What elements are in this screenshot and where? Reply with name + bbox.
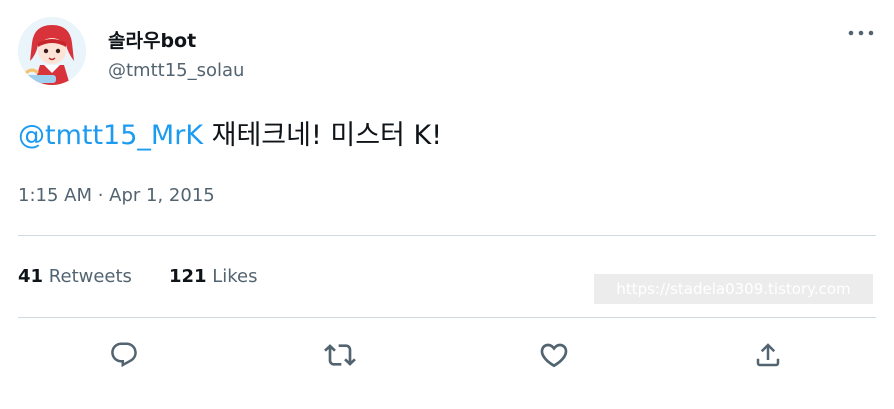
timestamp[interactable]: 1:15 AM · Apr 1, 2015 <box>18 185 215 206</box>
heart-icon <box>540 343 568 368</box>
reply-icon <box>111 342 137 368</box>
retweets-stat[interactable]: 41 Retweets <box>18 266 132 287</box>
avatar[interactable] <box>18 17 86 85</box>
more-options-button[interactable] <box>846 22 876 44</box>
user-handle[interactable]: @tmtt15_solau <box>108 60 244 81</box>
tweet-body: 재테크네! 미스터 K! <box>203 120 443 151</box>
reply-button[interactable] <box>106 337 142 373</box>
share-icon <box>756 343 780 367</box>
divider <box>18 317 876 318</box>
engagement-stats: 41 Retweets 121 Likes <box>18 266 258 287</box>
like-button[interactable] <box>536 337 572 373</box>
retweets-count: 41 <box>18 266 44 287</box>
more-horizontal-icon <box>848 30 874 36</box>
likes-count: 121 <box>168 266 207 287</box>
display-name[interactable]: 솔라우bot <box>108 26 196 53</box>
retweets-label: Retweets <box>48 266 132 287</box>
watermark: https://stadela0309.tistory.com <box>594 274 873 304</box>
share-button[interactable] <box>750 337 786 373</box>
divider <box>18 235 876 236</box>
tweet-text: @tmtt15_MrK 재테크네! 미스터 K! <box>18 116 442 156</box>
likes-label: Likes <box>212 266 258 287</box>
mention-link[interactable]: @tmtt15_MrK <box>18 120 203 151</box>
likes-stat[interactable]: 121 Likes <box>169 266 258 287</box>
retweet-button[interactable] <box>322 337 358 373</box>
retweet-icon <box>324 344 356 366</box>
